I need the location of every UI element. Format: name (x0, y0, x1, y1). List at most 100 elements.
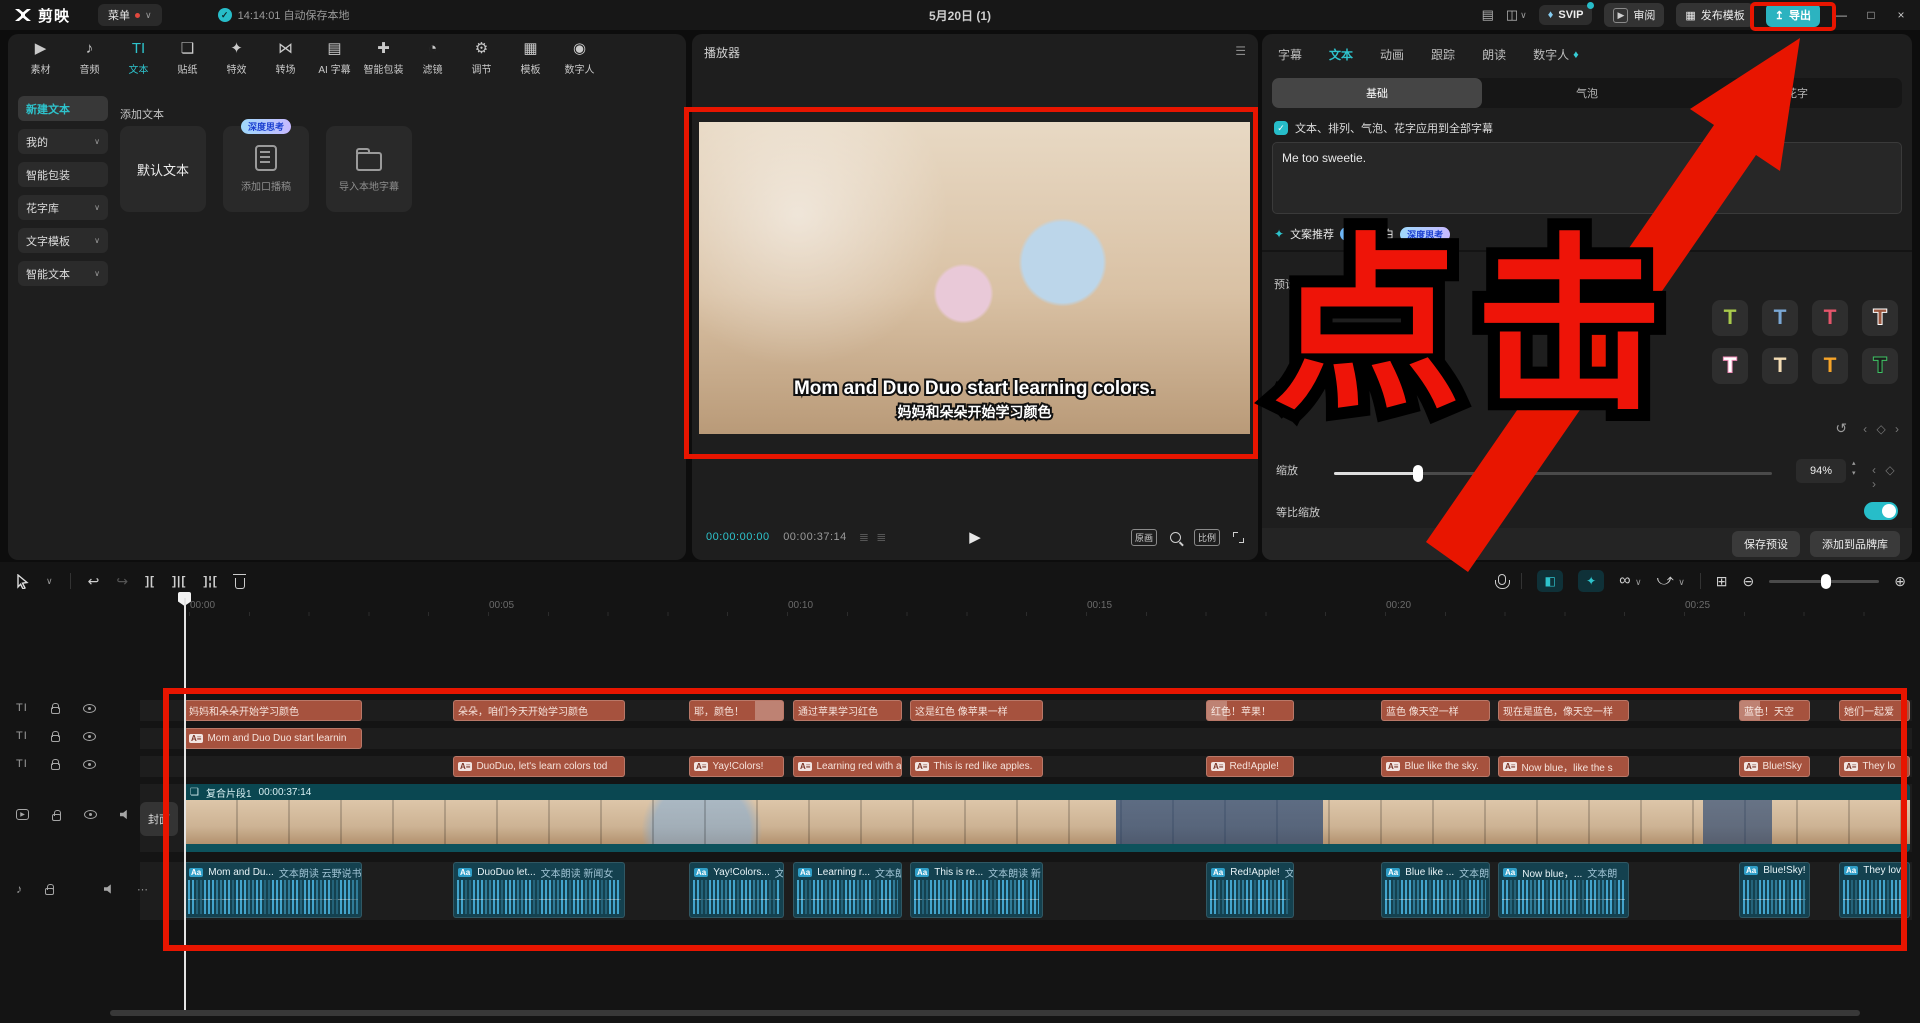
audio-clip[interactable]: Aa This is re... 文本朗读 新 (910, 862, 1043, 918)
media-tab[interactable]: ❏ 贴纸 (163, 40, 212, 76)
style-subtab[interactable]: 基础 (1272, 78, 1482, 108)
split-button[interactable]: ][ (145, 574, 155, 588)
close-button[interactable]: × (1892, 8, 1910, 22)
hamburger-icon[interactable]: ☰ (1235, 44, 1246, 61)
delete-button[interactable] (235, 578, 245, 589)
subtitle-clip-zh[interactable]: 蓝色 像天空一样 (1381, 700, 1490, 721)
record-mic-button[interactable] (1498, 574, 1506, 585)
sidebar-item[interactable]: 花字库 ∨ (18, 195, 108, 220)
zoom-in-button[interactable]: ⊕ (1894, 573, 1906, 590)
subtitle-clip-en[interactable]: A≡ DuoDuo, let's learn colors tod (453, 756, 625, 777)
publish-template-button[interactable]: ▦ 发布模板 (1676, 3, 1753, 27)
font-preset-tile[interactable]: T (1712, 348, 1748, 384)
sidebar-item[interactable]: 智能文本 ∨ (18, 261, 108, 286)
horizontal-scrollbar[interactable] (110, 1010, 1860, 1016)
eye-icon[interactable] (83, 760, 96, 769)
subtitle-clip-en[interactable]: A≡ Learning red with ap (793, 756, 902, 777)
video-preview[interactable]: Mom and Duo Duo start learning colors. 妈… (699, 122, 1250, 434)
play-button[interactable]: ▶ (969, 528, 981, 546)
font-preset-tile[interactable]: T (1762, 348, 1798, 384)
media-tab[interactable]: TI 文本 (114, 40, 163, 76)
subtitle-clip-en[interactable]: A≡ Blue like the sky. (1381, 756, 1490, 777)
media-tab[interactable]: ✦ 特效 (212, 40, 261, 76)
undo-button[interactable]: ↩ (88, 573, 100, 590)
lock-icon[interactable] (51, 735, 60, 742)
audio-clip[interactable]: Aa Now blue，... 文本朗 (1498, 862, 1629, 918)
svip-button[interactable]: ♦ SVIP (1539, 5, 1593, 25)
select-mode-button[interactable]: ⤻ ∨ (1657, 572, 1685, 590)
font-preset-tile[interactable]: T (1812, 300, 1848, 336)
subtitle-clip-zh[interactable]: 蓝色！天空 (1739, 700, 1810, 721)
subtitle-text-input[interactable]: Me too sweetie. (1272, 142, 1902, 214)
subtitle-clip-zh[interactable]: 耶，颜色！ (689, 700, 784, 721)
audio-clip[interactable]: Aa Red!Apple! 文 (1206, 862, 1294, 918)
ratio-button[interactable]: 比例 (1194, 529, 1220, 546)
lock-icon[interactable] (51, 763, 60, 770)
copy-recommend-row[interactable]: ✦ 文案推荐 旁白 深度思考 (1274, 226, 1450, 242)
sidebar-item[interactable]: 我的 ∨ (18, 129, 108, 154)
subtitle-clip-zh[interactable]: 朵朵，咱们今天开始学习颜色 (453, 700, 625, 721)
subtitle-clip-zh[interactable]: 现在是蓝色，像天空一样 (1498, 700, 1629, 721)
fullscreen-icon[interactable] (1233, 532, 1244, 543)
font-preset-tile[interactable]: T (1762, 300, 1798, 336)
import-subtitle-card[interactable]: 导入本地字幕 (326, 126, 412, 212)
lock-icon[interactable] (52, 814, 61, 821)
media-tab[interactable]: ♪ 音频 (65, 40, 114, 76)
split-left-button[interactable]: ]|[ (172, 574, 186, 588)
magnetic-snap-toggle[interactable]: ◧ (1537, 570, 1563, 592)
add-script-card[interactable]: 深度思考 添加口播稿 (223, 126, 309, 212)
split-right-button[interactable]: ]¦[ (203, 574, 217, 588)
audio-clip[interactable]: Aa Blue!Sky! (1739, 862, 1810, 918)
media-tab[interactable]: ◔ 滤镜 (408, 40, 457, 76)
audio-clip[interactable]: Aa Blue like ... 文本朗 (1381, 862, 1490, 918)
scale-value-field[interactable]: 94% (1796, 459, 1846, 483)
redo-button[interactable]: ↪ (116, 573, 128, 590)
cover-button[interactable]: 封面 (140, 802, 178, 836)
review-button[interactable]: ▶ 审阅 (1604, 3, 1664, 27)
reset-icon[interactable]: ↺ (1835, 420, 1847, 437)
scale-stepper[interactable]: ▴▾ (1852, 459, 1856, 479)
media-tab[interactable]: ▦ 模板 (506, 40, 555, 76)
media-tab[interactable]: ⚙ 调节 (457, 40, 506, 76)
media-tab[interactable]: ✚ 智能包装 (359, 40, 408, 76)
subtitle-clip-en[interactable]: A≡ They lo (1839, 756, 1910, 777)
menu-button[interactable]: 菜单 ∨ (98, 4, 162, 26)
keyframe-controls[interactable]: ‹ ◇ › (1863, 422, 1902, 436)
inspector-tab[interactable]: 字幕 (1278, 46, 1302, 63)
style-subtab[interactable]: 花字 (1692, 78, 1902, 108)
sidebar-item[interactable]: 文字模板 ∨ (18, 228, 108, 253)
font-preset-tile[interactable]: T (1712, 300, 1748, 336)
maximize-button[interactable]: □ (1862, 8, 1880, 22)
chevron-down-icon[interactable]: ∨ (46, 576, 53, 587)
inspector-tab[interactable]: 文本 (1329, 46, 1353, 63)
speaker-icon[interactable] (104, 884, 114, 894)
scale-slider[interactable] (1334, 472, 1772, 475)
link-clips-button[interactable]: ∞ ∨ (1619, 572, 1641, 590)
keyframe-controls[interactable]: ‹ ◇ › (1872, 463, 1898, 491)
sidebar-item[interactable]: 新建文本 (18, 96, 108, 121)
eye-icon[interactable] (84, 810, 97, 819)
lock-icon[interactable] (51, 707, 60, 714)
font-preset-tile[interactable]: T (1812, 348, 1848, 384)
minimize-button[interactable]: — (1832, 8, 1850, 22)
clip-fade-handle[interactable] (1740, 701, 1760, 720)
audio-clip[interactable]: Aa Learning r... 文本朗 (793, 862, 902, 918)
font-preset-tile[interactable]: T (1862, 348, 1898, 384)
media-tab[interactable]: ⋈ 转场 (261, 40, 310, 76)
inspector-tab[interactable]: 数字人 ♦ (1533, 46, 1579, 63)
magnifier-icon[interactable] (1170, 532, 1181, 543)
default-text-card[interactable]: 默认文本 (120, 126, 206, 212)
layout-split-icon[interactable]: ◫ ∨ (1506, 7, 1527, 23)
uniform-scale-toggle[interactable] (1864, 502, 1898, 520)
select-tool-button[interactable] (16, 574, 29, 589)
subtitle-clip-zh[interactable]: 红色！苹果！ (1206, 700, 1294, 721)
subtitle-clip-en[interactable]: A≡ Mom and Duo Duo start learnin (184, 728, 362, 749)
zoom-out-button[interactable]: ⊖ (1743, 573, 1755, 590)
subtitle-clip-en[interactable]: A≡ Yay!Colors! (689, 756, 784, 777)
layout-panel-icon[interactable]: ▤ (1482, 7, 1494, 23)
subtitle-clip-zh[interactable]: 这是红色 像苹果一样 (910, 700, 1043, 721)
audio-clip[interactable]: Aa They lov (1839, 862, 1910, 918)
quality-button[interactable]: 原画 (1131, 529, 1157, 546)
timeline-zoom-slider[interactable] (1769, 580, 1879, 583)
video-clip[interactable]: ❏ 复合片段1 00:00:37:14 (184, 784, 1910, 852)
